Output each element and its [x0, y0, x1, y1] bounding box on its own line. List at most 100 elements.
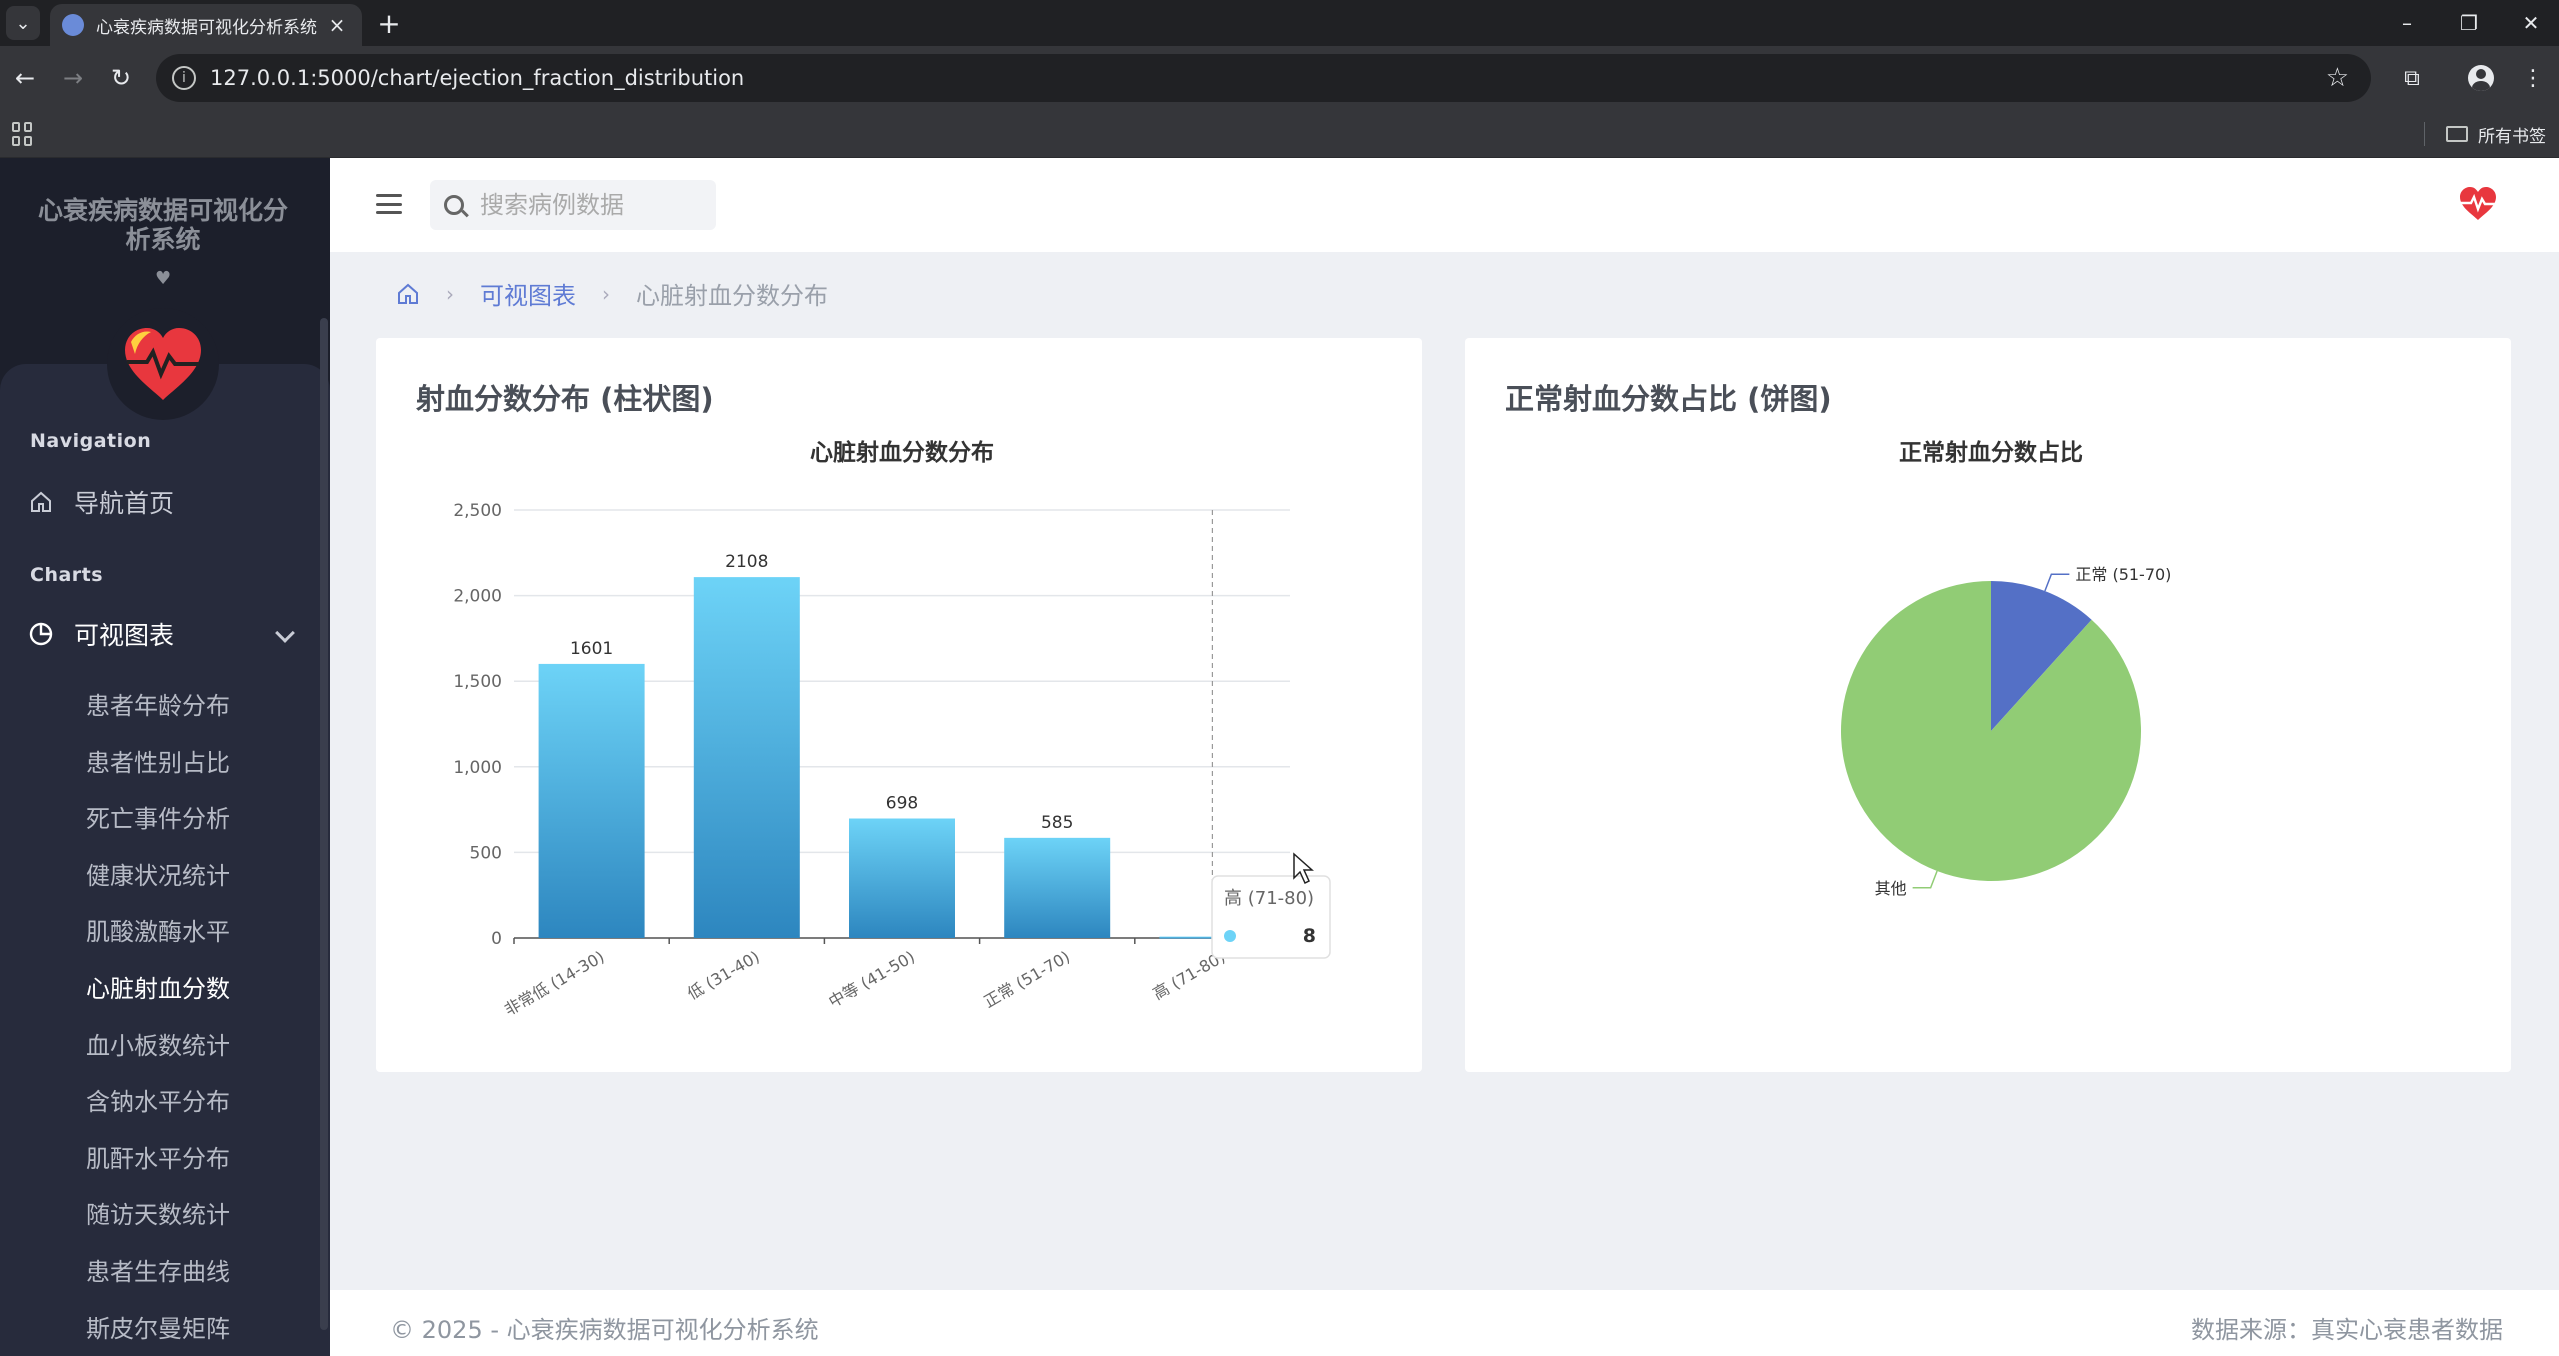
- top-bar: [330, 158, 2559, 252]
- small-heart-icon: ♥: [155, 268, 172, 289]
- tooltip: 高 (71-80) 8: [1211, 875, 1331, 959]
- footer-copyright: © 2025 - 心衰疾病数据可视化分析系统: [390, 1316, 819, 1344]
- bar: [693, 577, 800, 938]
- pie-chart-title: 正常射血分数占比: [1899, 439, 2083, 466]
- forward-icon[interactable]: →: [54, 59, 92, 97]
- extensions-icon[interactable]: ⧉: [2393, 59, 2431, 97]
- bar-data-label: 1601: [570, 639, 613, 659]
- y-tick-label: 0: [491, 929, 502, 949]
- tooltip-value: 8: [1303, 925, 1316, 947]
- section-navigation: Navigation: [30, 430, 152, 452]
- x-tick-label: 非常低 (14-30): [501, 947, 608, 1019]
- tab-title: 心衰疾病数据可视化分析系统: [96, 17, 317, 38]
- bar: [1004, 837, 1111, 938]
- y-tick-label: 1,500: [453, 672, 502, 692]
- address-bar[interactable]: i 127.0.0.1:5000/chart/ejection_fraction…: [156, 54, 2371, 102]
- all-bookmarks-label: 所有书签: [2478, 126, 2546, 147]
- sidebar-subitem[interactable]: 患者性别占比: [86, 743, 230, 778]
- restore-icon[interactable]: ❐: [2444, 6, 2494, 40]
- sidebar-subitem[interactable]: 患者生存曲线: [86, 1252, 230, 1287]
- nav-home[interactable]: 导航首页: [28, 484, 174, 520]
- breadcrumb-current: 心脏射血分数分布: [636, 282, 828, 310]
- browser-tabstrip: ⌄ 心衰疾病数据可视化分析系统 × + – ❐ ✕: [0, 0, 2559, 46]
- topbar-heart-icon[interactable]: [2458, 186, 2498, 226]
- sidebar-subitem[interactable]: 随访天数统计: [86, 1195, 230, 1230]
- tab-search-icon[interactable]: ⌄: [6, 6, 40, 40]
- pie-card-title: 正常射血分数占比 (饼图): [1505, 382, 1832, 416]
- sidebar-scrollbar[interactable]: [320, 318, 328, 1330]
- footer: © 2025 - 心衰疾病数据可视化分析系统 数据来源：真实心衰患者数据: [330, 1290, 2559, 1356]
- x-tick-label: 中等 (41-50): [825, 947, 918, 1011]
- x-tick-label: 低 (31-40): [684, 947, 763, 1003]
- tab-close-icon[interactable]: ×: [324, 13, 350, 37]
- address-url[interactable]: 127.0.0.1:5000/chart/ejection_fraction_d…: [210, 66, 2326, 90]
- pie-chart-card: 正常射血分数占比正常 (51-70) 其他 正常射血分数占比 (饼图): [1465, 338, 2511, 1072]
- bookmarks-divider: [2424, 122, 2425, 146]
- tab-favicon-icon: [62, 14, 84, 36]
- y-tick-label: 1,000: [453, 758, 502, 778]
- sidebar-subitem[interactable]: 心脏射血分数: [86, 969, 230, 1004]
- search-icon: [444, 195, 464, 215]
- browser-toolbar: ← → ↻ i 127.0.0.1:5000/chart/ejection_fr…: [0, 46, 2559, 110]
- search-input[interactable]: [480, 191, 700, 219]
- breadcrumb-link[interactable]: 可视图表: [480, 276, 576, 311]
- browser-tab-active[interactable]: 心衰疾病数据可视化分析系统 ×: [50, 4, 362, 46]
- pie-chart[interactable]: 正常射血分数占比正常 (51-70) 其他: [1465, 338, 2511, 1072]
- sidebar-subitem[interactable]: 死亡事件分析: [86, 799, 230, 834]
- nav-home-label: 导航首页: [74, 489, 175, 518]
- pie-label-line: [1912, 870, 1938, 889]
- sidebar-subitem[interactable]: 患者年龄分布: [86, 686, 230, 721]
- sidebar-subitem[interactable]: 含钠水平分布: [86, 1082, 230, 1117]
- pie-chart-icon: [28, 621, 54, 647]
- reload-icon[interactable]: ↻: [102, 59, 140, 97]
- back-icon[interactable]: ←: [6, 59, 44, 97]
- breadcrumb-separator-icon: ›: [602, 281, 610, 306]
- window-close-icon[interactable]: ✕: [2506, 6, 2556, 40]
- sidebar-subitem[interactable]: 斯皮尔曼矩阵: [86, 1309, 230, 1344]
- site-info-icon[interactable]: i: [172, 66, 196, 90]
- new-tab-icon[interactable]: +: [372, 6, 406, 40]
- sidebar-subitem[interactable]: 肌酸激酶水平: [86, 912, 230, 947]
- bar-card-title: 射血分数分布 (柱状图): [416, 382, 714, 416]
- apps-grid-icon[interactable]: [12, 122, 36, 146]
- bookmarks-bar: 所有书签: [0, 110, 2559, 158]
- bar-data-label: 2108: [725, 552, 768, 572]
- tooltip-title: 高 (71-80): [1224, 888, 1314, 909]
- home-icon: [28, 489, 54, 515]
- tooltip-marker-icon: [1224, 930, 1236, 942]
- search-box[interactable]: [430, 180, 716, 230]
- nav-charts-label: 可视图表: [74, 621, 175, 650]
- heart-logo-icon: [125, 328, 201, 400]
- y-tick-label: 500: [470, 843, 502, 863]
- sidebar: 心衰疾病数据可视化分析系统 ♥ Navigation 导航首页 Charts 可…: [0, 158, 330, 1356]
- all-bookmarks-button[interactable]: 所有书签: [2446, 122, 2546, 147]
- folder-icon: [2446, 126, 2468, 142]
- sidebar-subitem[interactable]: 肌酐水平分布: [86, 1139, 230, 1174]
- section-charts: Charts: [30, 564, 104, 586]
- breadcrumb-separator-icon: ›: [446, 281, 454, 306]
- bar-data-label: 698: [886, 794, 918, 814]
- y-tick-label: 2,500: [453, 501, 502, 521]
- footer-source: 数据来源：真实心衰患者数据: [2191, 1316, 2503, 1344]
- menu-kebab-icon[interactable]: ⋮: [2514, 59, 2552, 97]
- sidebar-subitem[interactable]: 健康状况统计: [86, 856, 230, 891]
- bookmark-star-icon[interactable]: ☆: [2326, 63, 2349, 93]
- brand-title: 心衰疾病数据可视化分析系统: [37, 196, 288, 254]
- pie-label: 其他: [1875, 879, 1907, 898]
- nav-charts[interactable]: 可视图表: [28, 616, 174, 652]
- hamburger-menu-icon[interactable]: [376, 194, 402, 214]
- x-tick-label: 正常 (51-70): [980, 947, 1073, 1011]
- bar-chart-title: 心脏射血分数分布: [810, 439, 994, 466]
- y-tick-label: 2,000: [453, 587, 502, 607]
- pie-label: 正常 (51-70): [2075, 565, 2171, 584]
- pie-slice: [1841, 581, 2141, 881]
- bar: [849, 818, 955, 938]
- profile-icon[interactable]: [2462, 59, 2500, 97]
- bar-chart[interactable]: 心脏射血分数分布 0 500 1,000 1,500 2,000 2,500 1601 非常低 …: [376, 338, 1422, 1072]
- brand-logo: [107, 308, 219, 420]
- minimize-icon[interactable]: –: [2382, 6, 2432, 40]
- bar-chart-card: 心脏射血分数分布 0 500 1,000 1,500 2,000 2,500 1601 非常低 …: [376, 338, 1422, 1072]
- breadcrumb-home-icon[interactable]: [396, 282, 420, 306]
- sidebar-subitem[interactable]: 血小板数统计: [86, 1026, 230, 1061]
- breadcrumb: › 可视图表 › 心脏射血分数分布: [396, 276, 828, 311]
